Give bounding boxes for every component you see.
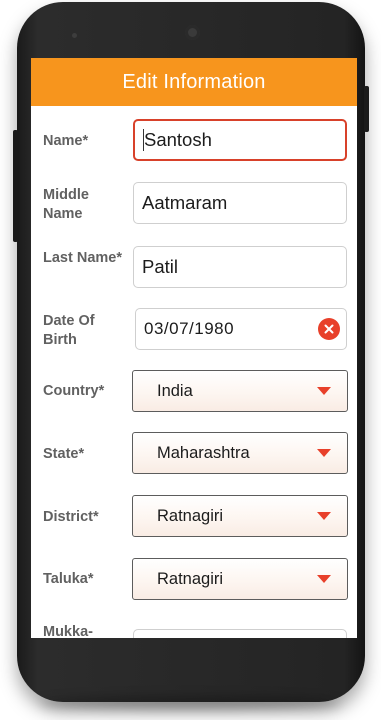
app-screen: Edit Information Name* Santosh Middle Na… [31, 58, 357, 638]
middle-name-label: Middle Name [43, 187, 89, 222]
last-name-value: Patil [142, 256, 178, 277]
country-select[interactable]: India [132, 370, 348, 412]
app-bar: Edit Information [31, 58, 357, 106]
name-value: Santosh [144, 129, 212, 150]
page-title: Edit Information [122, 70, 266, 93]
state-select[interactable]: Maharashtra [132, 432, 348, 474]
country-value: India [157, 381, 193, 400]
close-circle-icon[interactable] [318, 318, 340, 340]
name-input[interactable]: Santosh [133, 119, 347, 161]
district-value: Ratnagiri [157, 506, 224, 525]
dob-label: Date Of Birth [43, 313, 95, 348]
caret-down-icon [317, 449, 331, 457]
volume-button [13, 130, 18, 242]
mukkam-input[interactable] [133, 629, 347, 638]
last-name-label: Last Name* [43, 250, 122, 266]
middle-name-value: Aatmaram [142, 192, 228, 213]
state-value: Maharashtra [157, 443, 250, 462]
sensor-dot [72, 33, 77, 38]
country-label: Country* [43, 383, 105, 399]
district-label: District* [43, 509, 99, 525]
name-label: Name* [43, 133, 89, 149]
phone-shadow [40, 696, 340, 710]
taluka-value: Ratnagiri [157, 569, 224, 588]
state-label: State* [43, 446, 85, 462]
district-select[interactable]: Ratnagiri [132, 495, 348, 537]
dob-value: 03/07/1980 [144, 319, 235, 338]
caret-down-icon [317, 387, 331, 395]
caret-down-icon [317, 575, 331, 583]
front-camera [185, 25, 200, 40]
middle-name-input[interactable]: Aatmaram [133, 182, 347, 224]
last-name-input[interactable]: Patil [133, 246, 347, 288]
dob-input[interactable]: 03/07/1980 [135, 308, 347, 350]
taluka-select[interactable]: Ratnagiri [132, 558, 348, 600]
mukkam-label: Mukka- [43, 624, 93, 638]
power-button [364, 86, 369, 132]
caret-down-icon [317, 512, 331, 520]
taluka-label: Taluka* [43, 571, 94, 587]
